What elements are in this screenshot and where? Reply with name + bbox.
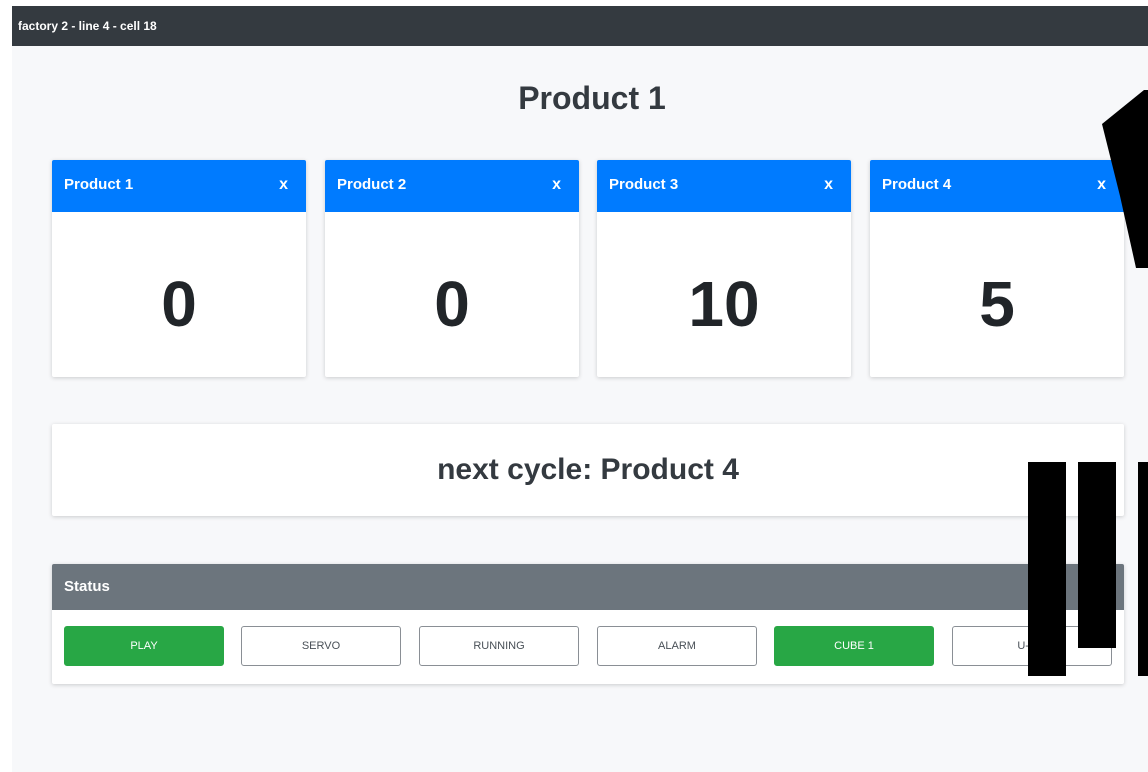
product-card-label: Product 3 — [609, 176, 679, 193]
close-icon[interactable]: x — [824, 176, 833, 194]
product-card-3: Product 3 x 10 — [597, 160, 851, 377]
next-cycle-text: next cycle: Product 4 — [437, 453, 739, 486]
status-alarm-button[interactable]: ALARM — [597, 626, 757, 666]
close-icon[interactable]: x — [279, 176, 288, 194]
product-card-header: Product 4 x — [870, 160, 1124, 212]
close-icon[interactable]: x — [1097, 176, 1106, 194]
status-cube-button[interactable]: CUBE 1 — [774, 626, 934, 666]
product-card-label: Product 1 — [64, 176, 134, 193]
close-icon[interactable]: x — [552, 176, 561, 194]
status-servo-button[interactable]: SERVO — [241, 626, 401, 666]
marker-stroke-bar-3 — [1138, 462, 1148, 676]
product-count: 5 — [979, 268, 1015, 340]
status-header: Status — [52, 564, 1124, 610]
product-count: 0 — [161, 268, 197, 340]
app-frame: factory 2 - line 4 - cell 18 Product 1 P… — [12, 6, 1148, 772]
product-card-2: Product 2 x 0 — [325, 160, 579, 377]
next-cycle-panel: next cycle: Product 4 — [52, 424, 1124, 516]
product-card-header: Product 1 x — [52, 160, 306, 212]
status-panel: Status PLAY SERVO RUNNING ALARM CUBE 1 U… — [52, 564, 1124, 684]
status-running-button[interactable]: RUNNING — [419, 626, 579, 666]
status-title: Status — [64, 578, 110, 595]
product-card-label: Product 4 — [882, 176, 952, 193]
status-ujob-button[interactable]: U-Job — [952, 626, 1112, 666]
page-title: Product 1 — [518, 80, 666, 116]
product-card-label: Product 2 — [337, 176, 407, 193]
window-title: factory 2 - line 4 - cell 18 — [18, 19, 157, 33]
product-card-4: Product 4 x 5 — [870, 160, 1124, 377]
product-count: 10 — [688, 268, 760, 340]
product-count: 0 — [434, 268, 470, 340]
status-play-button[interactable]: PLAY — [64, 626, 224, 666]
product-card-header: Product 2 x — [325, 160, 579, 212]
product-card-header: Product 3 x — [597, 160, 851, 212]
product-card-1: Product 1 x 0 — [52, 160, 306, 377]
window-titlebar: factory 2 - line 4 - cell 18 — [12, 6, 1148, 46]
